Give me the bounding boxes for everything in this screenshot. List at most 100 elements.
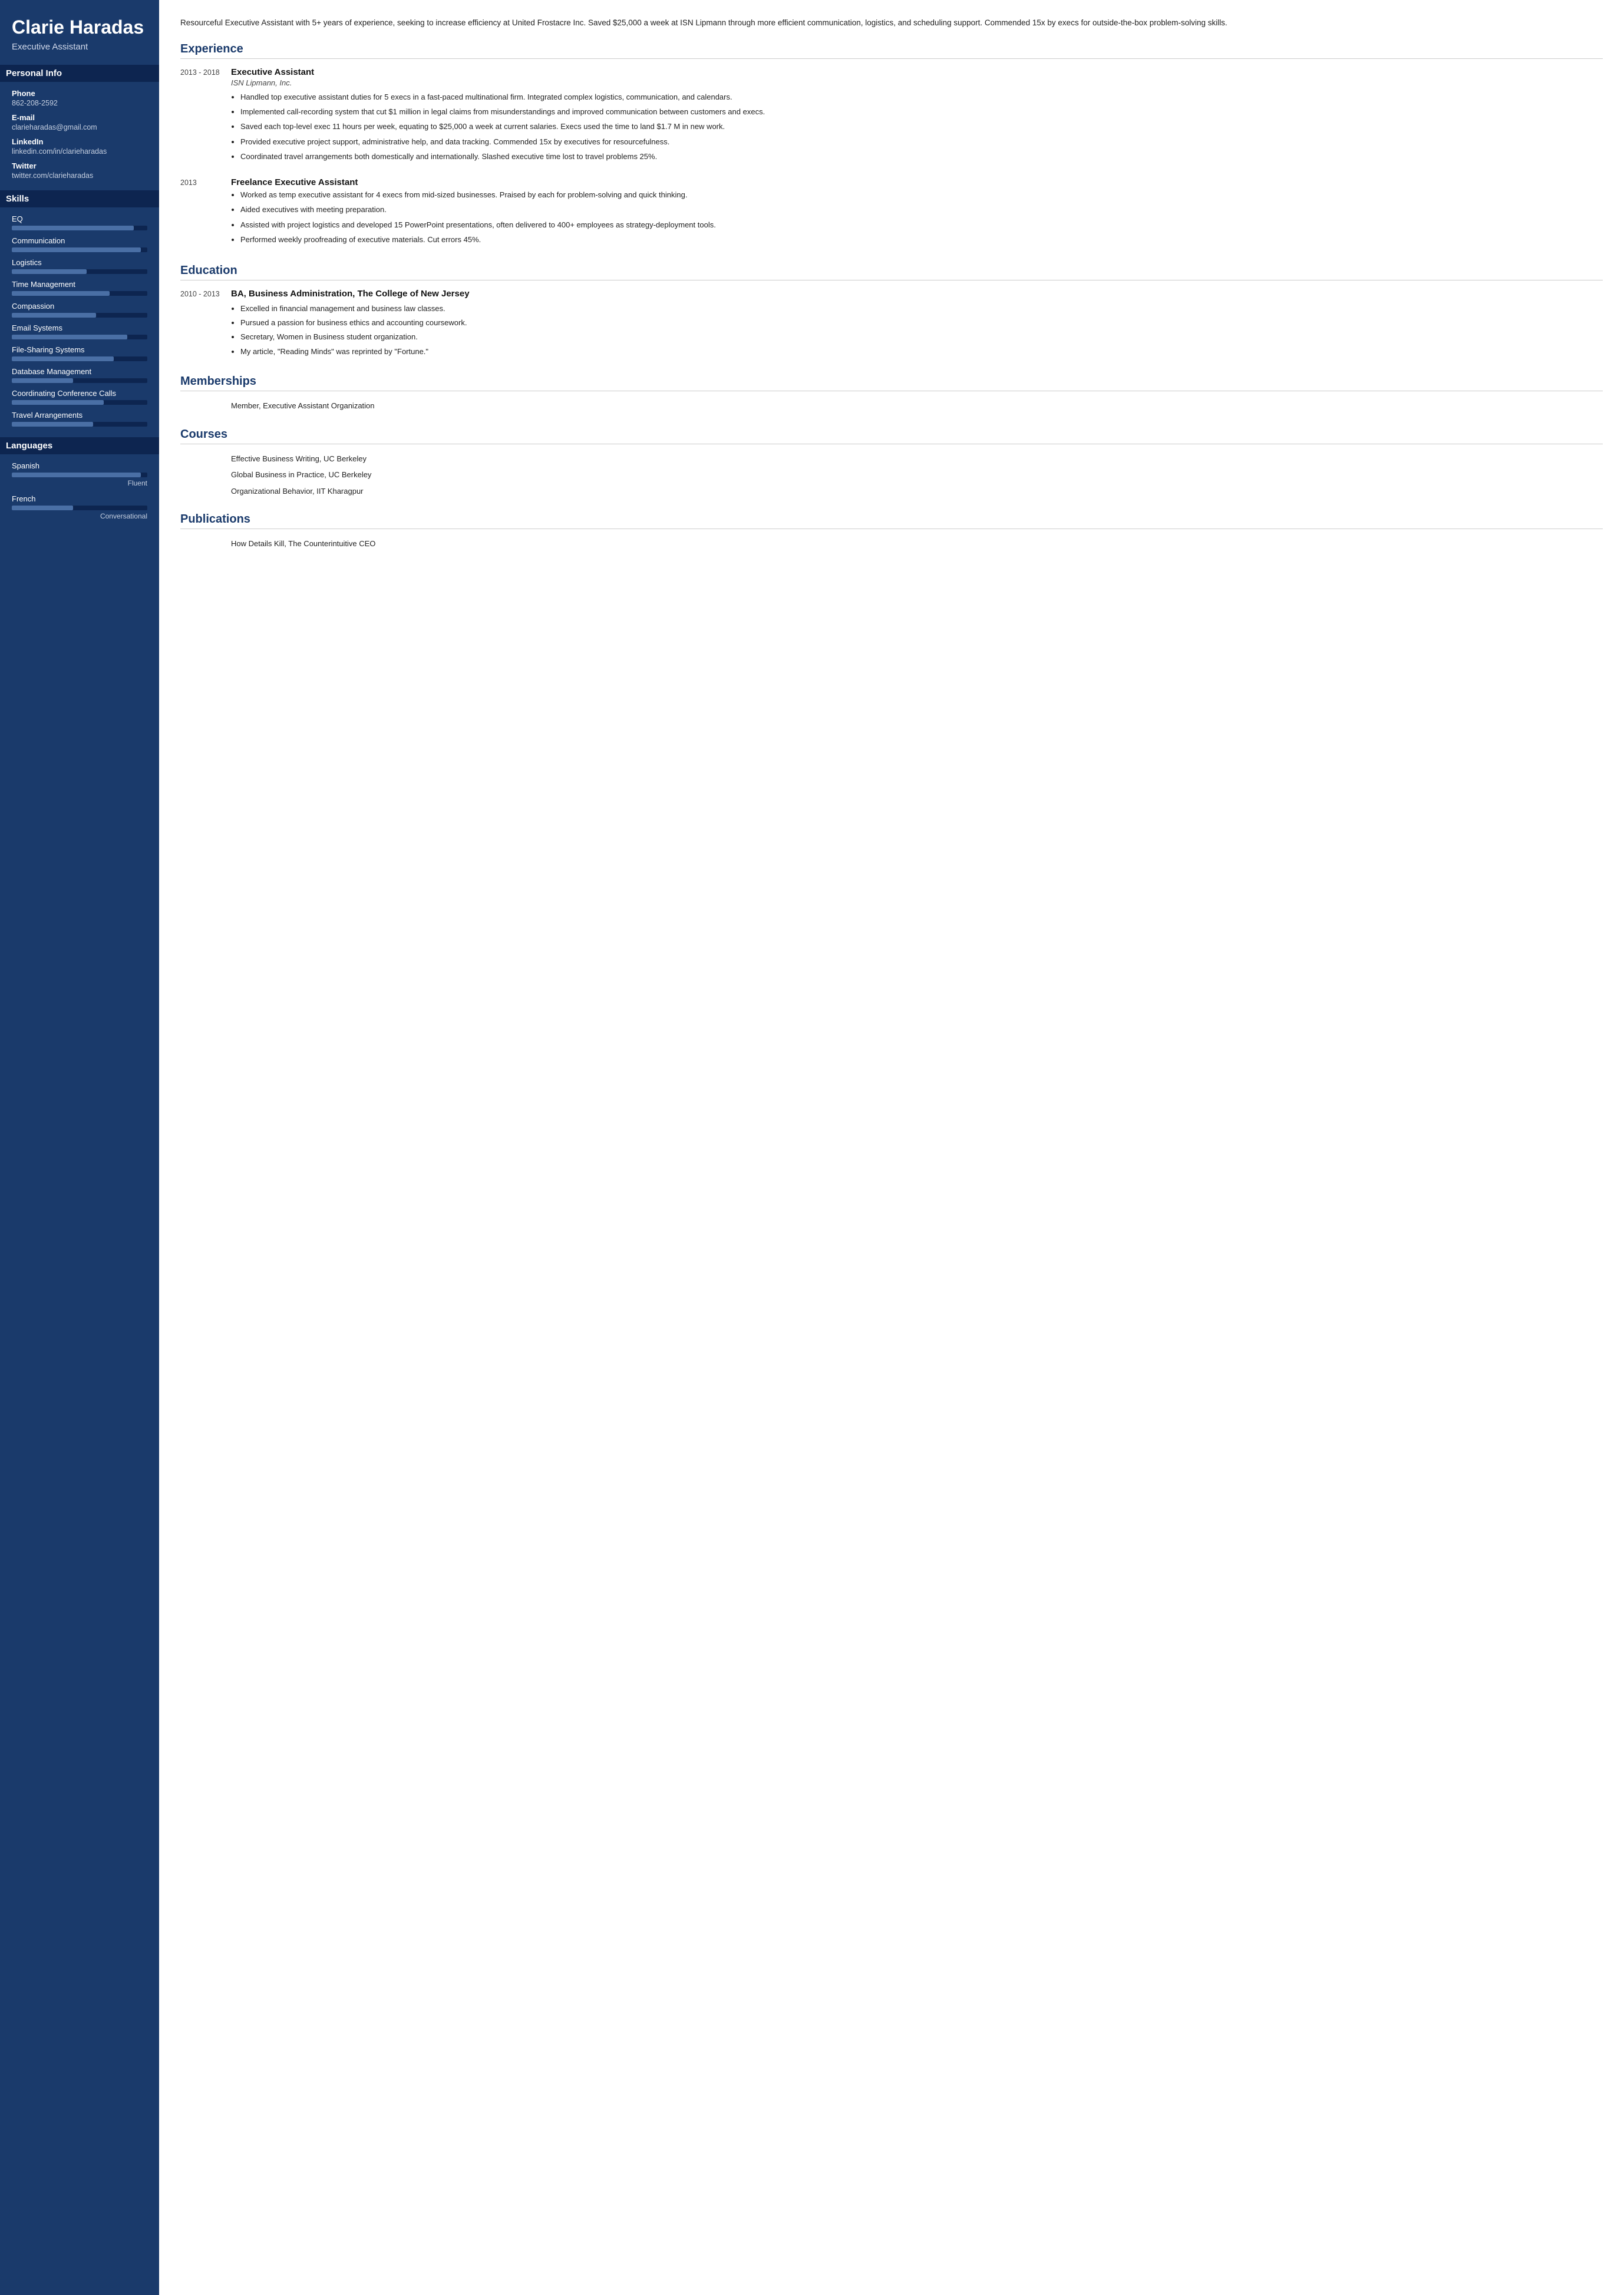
contact-item: Twittertwitter.com/clarieharadas [12, 161, 147, 180]
exp-bullet: Aided executives with meeting preparatio… [240, 203, 1603, 216]
contact-item: Phone862-208-2592 [12, 89, 147, 107]
skill-bar-fill [12, 378, 73, 383]
sidebar-title: Executive Assistant [12, 42, 147, 52]
exp-bullet: Worked as temp executive assistant for 4… [240, 189, 1603, 201]
course-text: Global Business in Practice, UC Berkeley [231, 468, 371, 481]
contact-label: Phone [12, 89, 147, 98]
skill-item: Email Systems [12, 323, 147, 339]
membership-text: Member, Executive Assistant Organization [231, 399, 375, 412]
contact-value: twitter.com/clarieharadas [12, 171, 147, 180]
exp-bullets: Worked as temp executive assistant for 4… [231, 189, 1603, 246]
skills-section-title: Skills [0, 190, 159, 207]
edu-bullet: My article, "Reading Minds" was reprinte… [240, 345, 1603, 358]
contact-item: LinkedInlinkedin.com/in/clarieharadas [12, 137, 147, 156]
contact-value: linkedin.com/in/clarieharadas [12, 147, 147, 156]
exp-bullets: Handled top executive assistant duties f… [231, 91, 1603, 163]
exp-content: Freelance Executive Assistant Worked as t… [231, 177, 1603, 249]
skill-item: Database Management [12, 367, 147, 383]
skill-bar-bg [12, 269, 147, 274]
contact-item: E-mailclarieharadas@gmail.com [12, 113, 147, 131]
skill-name: Coordinating Conference Calls [12, 389, 147, 398]
exp-content: Executive AssistantISN Lipmann, Inc.Hand… [231, 67, 1603, 166]
publications-items: How Details Kill, The Counterintuitive C… [180, 537, 1603, 550]
education-title: Education [180, 264, 1603, 280]
edu-degree: BA, Business Administration, The College… [231, 289, 1603, 299]
summary: Resourceful Executive Assistant with 5+ … [180, 16, 1603, 29]
skill-bar-fill [12, 269, 87, 274]
exp-bullet: Performed weekly proofreading of executi… [240, 233, 1603, 246]
skill-name: Email Systems [12, 323, 147, 332]
exp-bullet: Coordinated travel arrangements both dom… [240, 150, 1603, 163]
skill-bar-fill [12, 335, 127, 339]
exp-job-title: Freelance Executive Assistant [231, 177, 1603, 187]
edu-bullet: Excelled in financial management and bus… [240, 302, 1603, 315]
skill-name: EQ [12, 214, 147, 223]
exp-bullet: Provided executive project support, admi… [240, 136, 1603, 148]
skill-name: File-Sharing Systems [12, 345, 147, 354]
language-bar [12, 506, 147, 510]
membership-item: Member, Executive Assistant Organization [180, 399, 1603, 412]
course-item: Global Business in Practice, UC Berkeley [180, 468, 1603, 481]
language-level: Fluent [12, 479, 147, 487]
language-name: Spanish [12, 461, 147, 470]
contact-label: Twitter [12, 161, 147, 170]
courses-title: Courses [180, 428, 1603, 444]
skill-bar-fill [12, 400, 104, 405]
skills-items: EQ Communication Logistics Time Management C… [12, 214, 147, 427]
skill-bar-bg [12, 291, 147, 296]
publications-title: Publications [180, 513, 1603, 529]
personal-info-items: Phone862-208-2592 E-mailclarieharadas@gma… [12, 89, 147, 180]
languages-section-title: Languages [0, 437, 159, 454]
skill-name: Logistics [12, 258, 147, 267]
skill-bar-bg [12, 313, 147, 318]
language-bar [12, 473, 147, 477]
skill-bar-bg [12, 400, 147, 405]
edu-dates: 2010 - 2013 [180, 289, 222, 360]
exp-dates: 2013 - 2018 [180, 67, 222, 166]
edu-bullet: Secretary, Women in Business student org… [240, 331, 1603, 343]
exp-dates: 2013 [180, 177, 222, 249]
skill-item: Compassion [12, 302, 147, 318]
skill-item: Time Management [12, 280, 147, 296]
skill-bar-bg [12, 226, 147, 230]
language-item: FrenchConversational [12, 494, 147, 520]
education-entry: 2010 - 2013 BA, Business Administration, … [180, 289, 1603, 360]
skill-bar-bg [12, 356, 147, 361]
skill-item: Logistics [12, 258, 147, 274]
skill-bar-bg [12, 378, 147, 383]
course-item: Effective Business Writing, UC Berkeley [180, 453, 1603, 465]
course-text: Effective Business Writing, UC Berkeley [231, 453, 367, 465]
memberships-title: Memberships [180, 375, 1603, 391]
exp-bullet: Handled top executive assistant duties f… [240, 91, 1603, 103]
skill-item: Travel Arrangements [12, 411, 147, 427]
skill-item: Coordinating Conference Calls [12, 389, 147, 405]
experience-entry: 2013 Freelance Executive Assistant Worked … [180, 177, 1603, 249]
contact-value: clarieharadas@gmail.com [12, 123, 147, 131]
skill-bar-fill [12, 226, 134, 230]
skill-item: Communication [12, 236, 147, 252]
education-section: Education 2010 - 2013 BA, Business Admini… [180, 264, 1603, 360]
experience-title: Experience [180, 42, 1603, 59]
language-item: Spanish Fluent [12, 461, 147, 487]
skill-name: Travel Arrangements [12, 411, 147, 420]
skill-bar-bg [12, 335, 147, 339]
skill-name: Time Management [12, 280, 147, 289]
memberships-items: Member, Executive Assistant Organization [180, 399, 1603, 412]
exp-bullet: Assisted with project logistics and deve… [240, 219, 1603, 231]
contact-value: 862-208-2592 [12, 99, 147, 107]
courses-section: Courses Effective Business Writing, UC B… [180, 428, 1603, 497]
publication-text: How Details Kill, The Counterintuitive C… [231, 537, 375, 550]
contact-label: E-mail [12, 113, 147, 122]
skill-bar-fill [12, 247, 141, 252]
edu-bullets: Excelled in financial management and bus… [231, 302, 1603, 358]
exp-bullet: Saved each top-level exec 11 hours per w… [240, 120, 1603, 133]
course-item: Organizational Behavior, IIT Kharagpur [180, 485, 1603, 497]
exp-bullet: Implemented call-recording system that c… [240, 105, 1603, 118]
language-name: French [12, 494, 147, 503]
language-bar-fill [12, 506, 73, 510]
skill-name: Database Management [12, 367, 147, 376]
language-bar-fill [12, 473, 141, 477]
sidebar-name: Clarie Haradas [12, 16, 147, 38]
publication-item: How Details Kill, The Counterintuitive C… [180, 537, 1603, 550]
skill-name: Communication [12, 236, 147, 245]
